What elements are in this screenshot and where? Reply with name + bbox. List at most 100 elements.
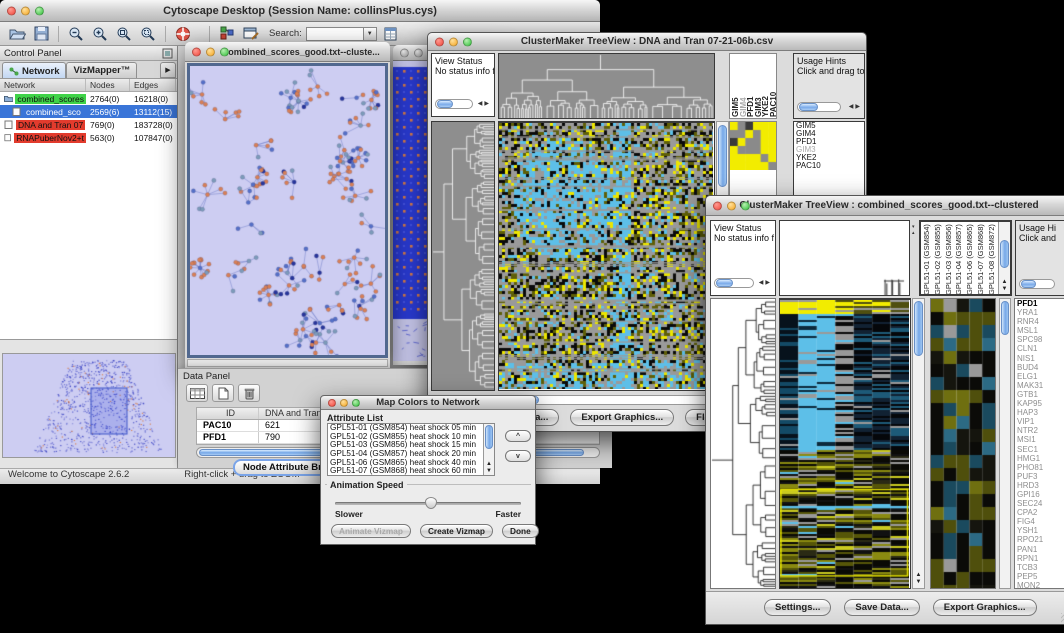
network-list-row[interactable]: DNA and Tran 07 769(0) 183728(0) [0, 118, 177, 131]
t1-status-scrollbar[interactable] [435, 99, 473, 109]
zoom-button[interactable] [741, 201, 750, 210]
t1-hints-scrollbar[interactable] [797, 102, 841, 112]
gene-label[interactable]: PAC10 [794, 162, 864, 170]
trash-icon[interactable] [238, 384, 260, 402]
tab-network[interactable]: Network [2, 62, 66, 78]
gene-label[interactable]: CPA2 [1015, 508, 1064, 517]
minimize-button[interactable] [340, 399, 348, 407]
attribute-list-item[interactable]: GPL51-07 (GSM868) heat shock 60 min [328, 467, 494, 476]
scroll-thumb[interactable] [718, 125, 727, 187]
minimize-button[interactable] [727, 201, 736, 210]
gene-label[interactable]: PHO81 [1015, 463, 1064, 472]
slider-thumb[interactable] [425, 497, 437, 509]
zoom-button[interactable] [220, 47, 229, 56]
table-grid-icon[interactable] [186, 384, 208, 402]
animate-vizmap-button[interactable]: Animate Vizmap [331, 524, 411, 538]
scroll-arrows[interactable]: ◀▶ [849, 103, 862, 110]
gene-label[interactable]: HAP3 [1015, 408, 1064, 417]
gene-label[interactable]: PFD1 [1015, 299, 1064, 308]
zoom-out-icon[interactable] [66, 24, 86, 43]
zoom-button[interactable] [463, 37, 472, 46]
gene-label[interactable]: ELG1 [1015, 372, 1064, 381]
gene-label[interactable]: MSL1 [1015, 326, 1064, 335]
close-button[interactable] [192, 47, 201, 56]
treeview2-titlebar[interactable]: ClusterMaker TreeView : combined_scores_… [706, 196, 1064, 216]
zoom-in-icon[interactable] [90, 24, 110, 43]
search-dropdown-button[interactable]: ▼ [364, 27, 377, 41]
t2-row-dendrogram[interactable] [710, 298, 776, 589]
close-button[interactable] [7, 6, 16, 15]
minimize-button[interactable] [414, 48, 423, 57]
gene-label[interactable]: YRA1 [1015, 308, 1064, 317]
gene-label[interactable]: TCB3 [1015, 563, 1064, 572]
gene-label[interactable]: PUF3 [1015, 472, 1064, 481]
scroll-thumb[interactable] [485, 425, 493, 449]
zoom-button[interactable] [35, 6, 44, 15]
minimize-button[interactable] [21, 6, 30, 15]
gene-label[interactable]: MSI1 [1015, 435, 1064, 444]
treeview-button[interactable]: Export Graphics... [933, 599, 1037, 616]
gene-label[interactable]: GPI16 [1015, 490, 1064, 499]
scroll-thumb[interactable] [1001, 301, 1009, 335]
help-lifesaver-icon[interactable] [173, 24, 193, 43]
gene-label[interactable]: MAK31 [1015, 381, 1064, 390]
t2-detail-vscrollbar[interactable] [999, 298, 1011, 589]
scroll-thumb[interactable] [437, 100, 453, 108]
gene-label[interactable]: NIS1 [1015, 354, 1064, 363]
gene-label[interactable]: SPC98 [1015, 335, 1064, 344]
t2-heatmap-vscrollbar[interactable]: ▲▼ [912, 298, 925, 589]
close-button[interactable] [435, 37, 444, 46]
network-list-row[interactable]: combined_scores 2764(0) 16218(0) [0, 92, 177, 105]
scroll-thumb[interactable] [716, 279, 733, 287]
network-list-row[interactable]: combined_sco 2569(6) 13112(15) [0, 105, 177, 118]
zoom-selected-icon[interactable] [138, 24, 158, 43]
network-list-row[interactable]: RNAPuberNov2+t 563(0) 107847(0) [0, 131, 177, 144]
animation-speed-slider[interactable] [335, 502, 521, 505]
scroll-thumb[interactable] [1000, 240, 1009, 268]
scroll-thumb[interactable] [914, 301, 923, 356]
create-vizmap-button[interactable]: Create Vizmap [420, 524, 493, 538]
gene-label[interactable]: RPO21 [1015, 535, 1064, 544]
close-button[interactable] [400, 48, 409, 57]
gene-label[interactable]: CLN1 [1015, 344, 1064, 353]
save-icon[interactable] [31, 24, 51, 43]
scroll-arrows[interactable]: ▲▼ [999, 279, 1010, 293]
main-titlebar[interactable]: Cytoscape Desktop (Session Name: collins… [0, 0, 600, 22]
float-panel-icon[interactable] [162, 48, 173, 62]
scroll-arrows[interactable]: ▲▼ [484, 461, 494, 475]
search-input[interactable] [306, 27, 364, 41]
pane-arrows[interactable]: ▾▴ [912, 224, 917, 236]
t2-detail-heatmap[interactable] [930, 298, 996, 589]
zoom-button[interactable] [352, 399, 360, 407]
t1-column-dendrogram[interactable] [498, 53, 715, 119]
done-button[interactable]: Done [502, 524, 539, 538]
import-table-icon[interactable] [381, 24, 401, 43]
t2-column-dendrogram[interactable] [779, 220, 910, 296]
t1-row-dendrogram[interactable] [431, 121, 495, 391]
gene-label[interactable]: GTB1 [1015, 390, 1064, 399]
new-document-icon[interactable] [212, 384, 234, 402]
treeview-button[interactable]: Settings... [764, 599, 831, 616]
gene-label[interactable]: PAN1 [1015, 545, 1064, 554]
treeview-button[interactable]: Export Graphics... [570, 409, 674, 426]
minimize-button[interactable] [449, 37, 458, 46]
t2-heatmap[interactable] [779, 298, 911, 589]
gene-label[interactable]: YSH1 [1015, 526, 1064, 535]
t2-status-scrollbar[interactable] [714, 278, 754, 288]
tab-vizmapper[interactable]: VizMapper™ [66, 62, 137, 78]
scroll-arrows[interactable]: ◀▶ [478, 100, 491, 107]
t1-correlation-matrix[interactable] [730, 122, 776, 170]
scroll-arrows[interactable]: ◀▶ [759, 279, 772, 286]
vizmap-squares-icon[interactable] [217, 24, 237, 43]
gene-label[interactable]: SEC1 [1015, 445, 1064, 454]
zoom-fit-icon[interactable] [114, 24, 134, 43]
gene-label[interactable]: RNR4 [1015, 317, 1064, 326]
scroll-arrows[interactable]: ▲▼ [913, 572, 924, 586]
treeview-button[interactable]: Save Data... [844, 599, 919, 616]
gene-label[interactable]: RPN1 [1015, 554, 1064, 563]
treeview1-titlebar[interactable]: ClusterMaker TreeView : DNA and Tran 07-… [428, 33, 866, 51]
move-down-button[interactable]: v [505, 450, 531, 462]
gene-label[interactable]: MON2 [1015, 581, 1064, 589]
t2-hints-scrollbar[interactable] [1019, 279, 1055, 289]
gene-label[interactable]: FIG4 [1015, 517, 1064, 526]
